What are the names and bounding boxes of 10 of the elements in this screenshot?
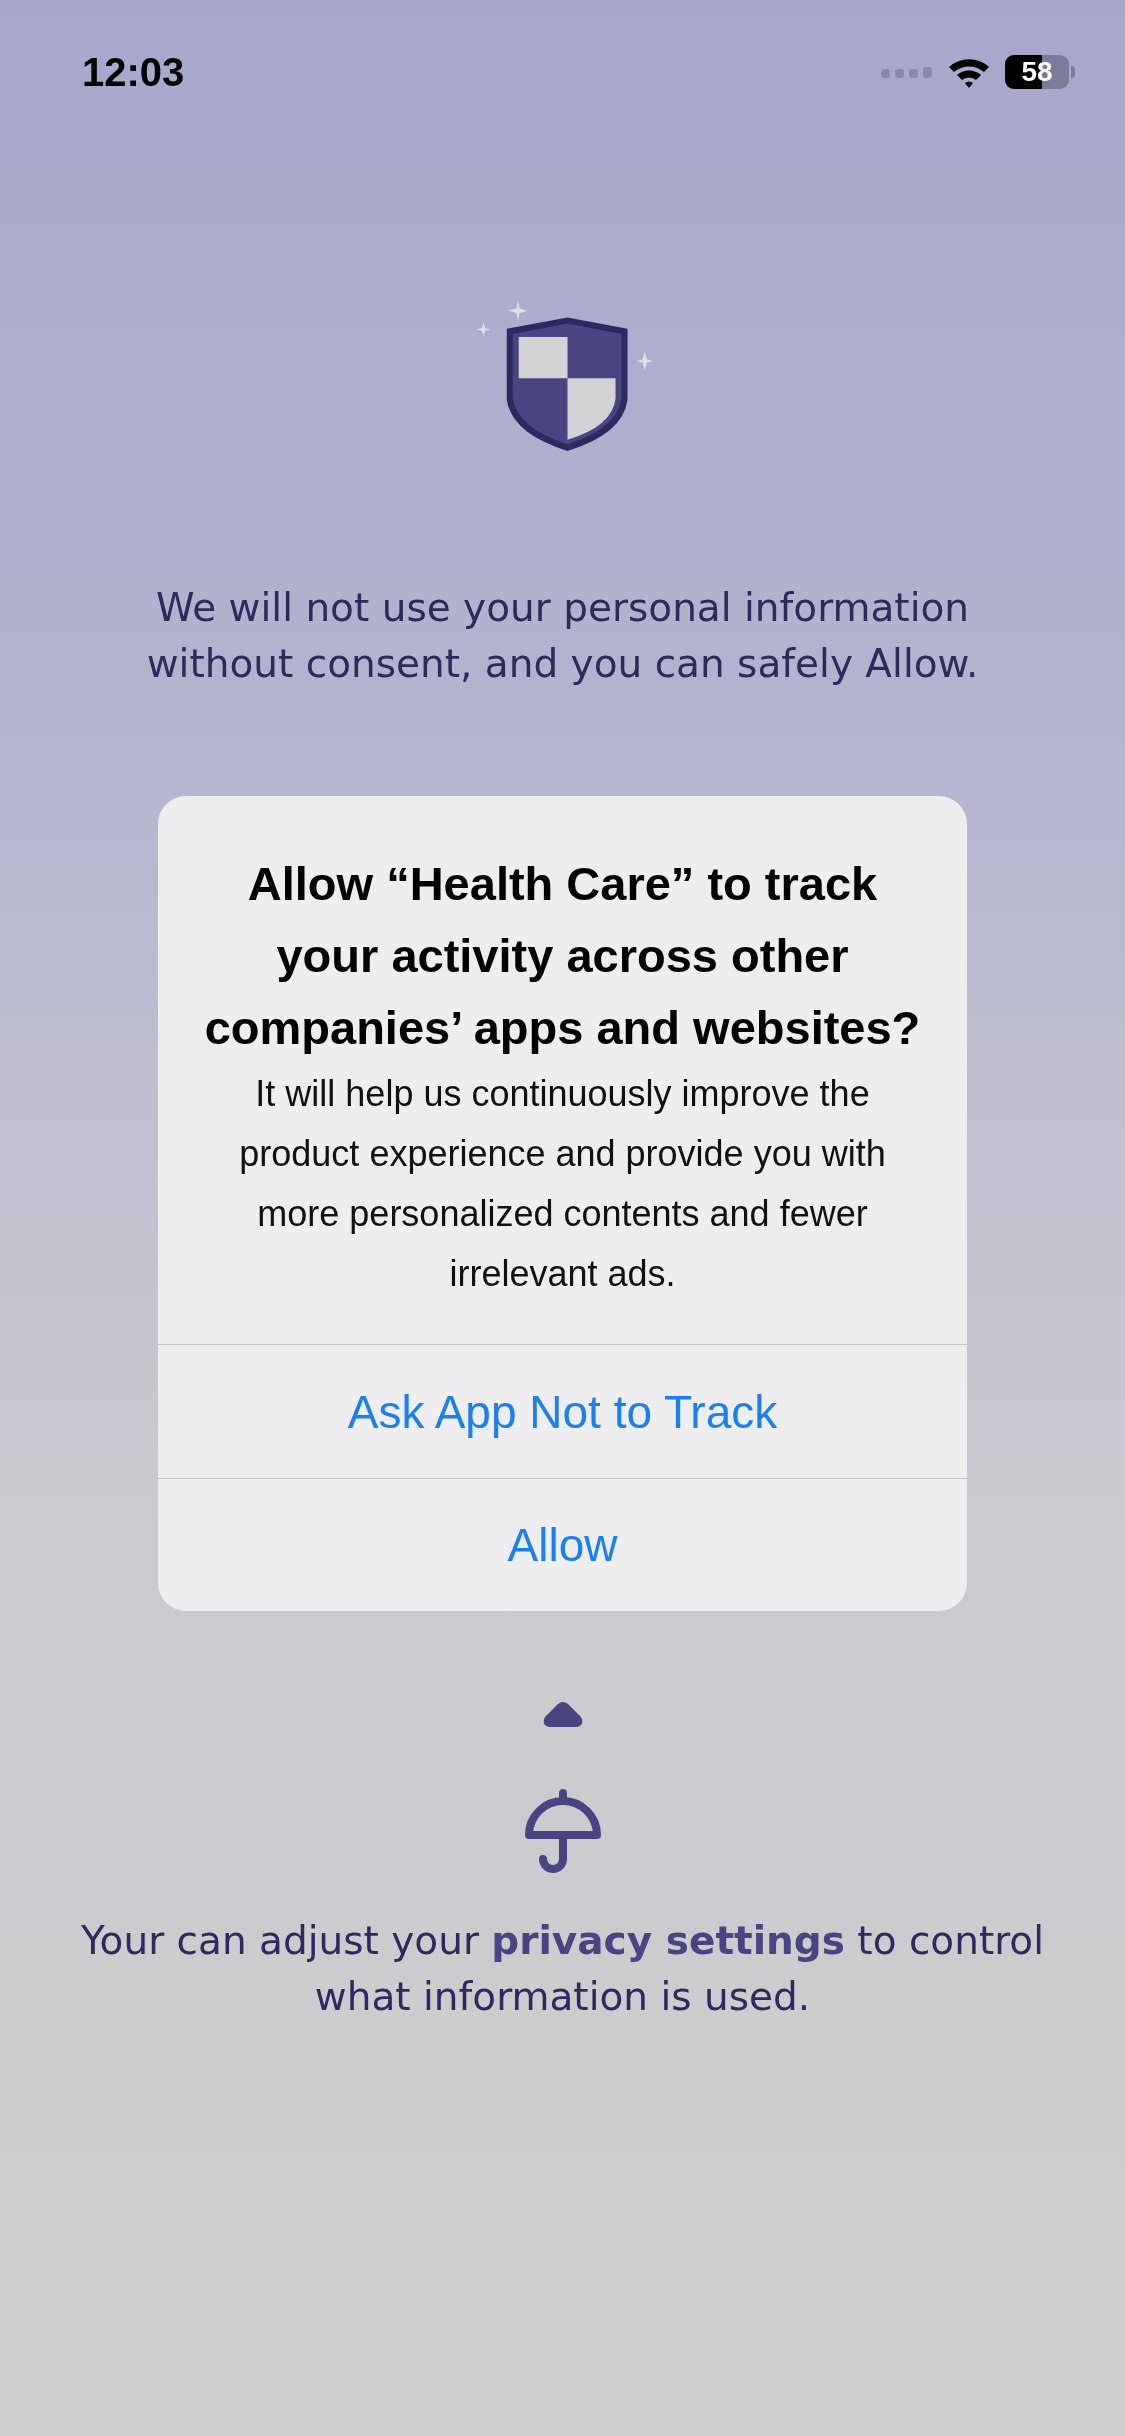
privacy-settings-link[interactable]: privacy settings: [491, 1918, 845, 1963]
umbrella-icon: [522, 1789, 603, 1873]
intro-text: We will not use your personal information without consent, and you can safely Allow.: [145, 584, 980, 688]
alert-button[interactable]: Allow: [158, 1478, 967, 1611]
status-time: 12:03: [82, 49, 185, 95]
alert-message: It will help us continuously improve the product experience and provide you with more personalized contents and fewer irrelevant ads.: [238, 1072, 887, 1296]
footer-text: Your can adjust your privacy settings to control what information is used.: [80, 1918, 1045, 2019]
alert-title: Allow “Health Care” to track your activity across other companies’ apps and websites?: [203, 856, 922, 1056]
signal-icon: [881, 65, 933, 79]
alert-button[interactable]: Ask App Not to Track: [158, 1345, 967, 1478]
